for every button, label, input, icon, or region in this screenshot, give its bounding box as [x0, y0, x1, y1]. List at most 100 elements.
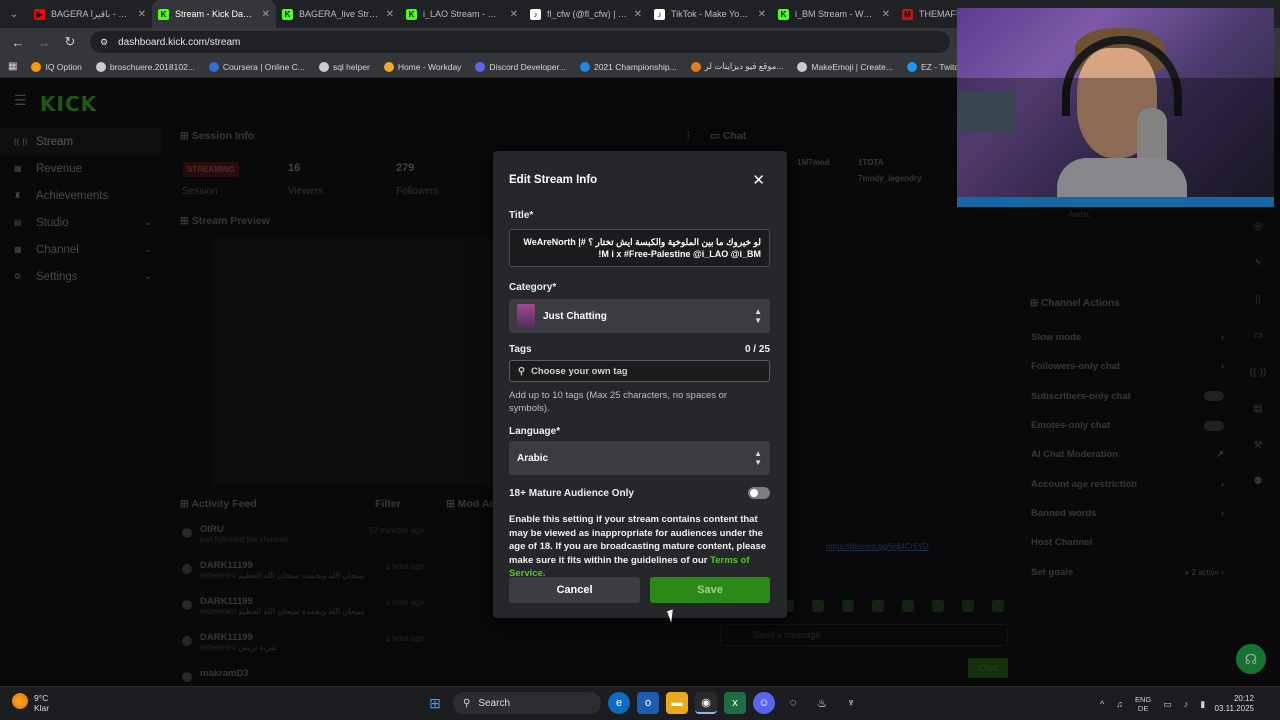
forward-icon[interactable]: →	[32, 30, 56, 54]
back-icon[interactable]: ←	[6, 30, 30, 54]
browser-tab[interactable]: Ki_LAO Stream - Watch ✕	[400, 0, 524, 28]
stream-title-input[interactable]: لو خيروك ما بين الملوخية والكبسة ايش تخت…	[509, 229, 770, 267]
browser-tab[interactable]: K Stream - Kick Dashbo ✕	[152, 0, 276, 28]
taskbar-apps: ⊞ ⚲ Search e o ▬ ◉ x ☺ ◌ ♨ ♆	[424, 692, 862, 714]
weather-condition: Klar	[34, 703, 50, 713]
bookmark-label: broschuere.2018102...	[109, 61, 195, 72]
dialog-title: Edit Stream Info	[509, 174, 598, 186]
close-icon[interactable]: ✕	[262, 9, 270, 20]
excel-icon[interactable]: x	[724, 692, 746, 714]
bookmark-item[interactable]: broschuere.2018102...	[95, 61, 195, 72]
tab-label: i_LAO Stream - Watch	[423, 9, 504, 19]
bookmark-label: موقع فيو ديزاينات لر...	[704, 61, 784, 71]
category-select[interactable]: Just Chatting ▲ ▼	[509, 299, 770, 333]
bookmark-favicon-icon	[31, 61, 42, 72]
tags-label: Tags	[509, 344, 532, 355]
bookmark-favicon-icon	[318, 61, 329, 72]
bookmark-item[interactable]: MakeEmoji | Create...	[797, 61, 893, 72]
tab-favicon-icon: ♪	[530, 8, 541, 20]
browser-tab[interactable]: ♪ TikTok - Make Your D ✕	[648, 0, 772, 28]
bookmark-item[interactable]: sql helper	[318, 61, 370, 72]
temperature: 9°C	[34, 693, 49, 703]
tab-label: fl_cfw (@fl_cfw) | TikT	[547, 9, 628, 19]
bookmark-favicon-icon	[475, 61, 486, 72]
mature-toggle[interactable]	[748, 487, 770, 499]
apps-icon[interactable]: ▦	[8, 61, 17, 72]
bookmarks-list: IQ Option broschuere.2018102... Coursera |…	[31, 61, 990, 72]
taskbar-search[interactable]: ⚲ Search	[453, 692, 601, 714]
chevron-up-icon[interactable]: ^	[1100, 699, 1104, 709]
bookmark-favicon-icon	[579, 61, 590, 72]
bookmark-item[interactable]: IQ Option	[31, 61, 82, 72]
close-icon[interactable]: ✕	[882, 9, 890, 20]
bookmark-label: Discord Developer...	[489, 61, 566, 72]
bookmark-item[interactable]: Home - Workday	[383, 61, 461, 72]
discord-icon[interactable]: ☺	[753, 692, 775, 714]
bookmark-item[interactable]: Discord Developer...	[475, 61, 566, 72]
browser-tab[interactable]: ♪ fl_cfw (@fl_cfw) | TikT ✕	[524, 0, 648, 28]
bookmark-label: MakeEmoji | Create...	[811, 61, 893, 72]
tags-count: 0 / 25	[744, 344, 770, 355]
chrome-icon[interactable]: ◉	[695, 692, 717, 714]
app-icon[interactable]: ♆	[840, 692, 862, 714]
tab-label: Stream - Kick Dashbo	[175, 9, 256, 19]
select-caret-icon: ▲ ▼	[754, 449, 762, 467]
reload-icon[interactable]: ↻	[58, 30, 82, 54]
url-text: dashboard.kick.com/stream	[118, 36, 241, 48]
tab-search-chevron-icon[interactable]: ⌄	[0, 0, 28, 28]
url-field[interactable]: ⚙ dashboard.kick.com/stream	[90, 31, 950, 53]
bookmark-item[interactable]: Coursera | Online C...	[208, 61, 305, 72]
close-icon[interactable]: ✕	[634, 9, 642, 20]
input-language[interactable]: ENG DE	[1135, 695, 1151, 713]
category-thumbnail	[517, 304, 535, 328]
language-value: Arabic	[517, 452, 549, 464]
browser-tab[interactable]: K BAGERA_live Stream ✕	[276, 0, 400, 28]
taskbar-search-label: Search	[478, 697, 511, 709]
weather-widget[interactable]: 9°C Klar	[12, 693, 49, 713]
tab-favicon-icon: K	[282, 8, 293, 20]
language-select[interactable]: Arabic ▲ ▼	[509, 441, 770, 475]
tab-favicon-icon: ♪	[654, 8, 665, 20]
search-icon: ⚲	[463, 697, 471, 709]
tab-favicon-icon: ▶	[34, 8, 45, 20]
save-button[interactable]: Save	[650, 577, 770, 603]
windows-start-icon[interactable]: ⊞	[424, 692, 446, 714]
close-icon[interactable]: ✕	[752, 171, 765, 189]
microphone-icon[interactable]: ♫	[1116, 699, 1123, 709]
close-icon[interactable]: ✕	[386, 9, 394, 20]
category-value: Just Chatting	[543, 310, 607, 322]
network-icon[interactable]: ▭	[1163, 699, 1172, 710]
search-icon: ⚲	[518, 365, 525, 377]
edge-icon[interactable]: e	[608, 692, 630, 714]
obs-icon[interactable]: ◌	[782, 692, 804, 714]
bookmark-favicon-icon	[208, 61, 219, 72]
bookmark-item[interactable]: 2021 Championship...	[579, 61, 677, 72]
bookmark-label: sql helper	[332, 61, 370, 72]
outlook-icon[interactable]: o	[637, 692, 659, 714]
volume-icon[interactable]: ♪	[1184, 699, 1189, 709]
close-icon[interactable]: ✕	[510, 9, 518, 20]
browser-tab[interactable]: ▶ BAGERA باقيرا - YouTu ✕	[28, 0, 152, 28]
tag-input[interactable]: ⚲ Choose your own tag	[509, 360, 770, 382]
tab-label: BAGERA باقيرا - YouTu	[51, 8, 132, 19]
file-explorer-icon[interactable]: ▬	[666, 692, 688, 714]
cancel-button[interactable]: Cancel	[509, 577, 640, 603]
bookmark-favicon-icon	[383, 61, 394, 72]
tab-favicon-icon: M	[902, 8, 913, 20]
site-info-icon[interactable]: ⚙	[100, 37, 108, 48]
bookmark-item[interactable]: موقع فيو ديزاينات لر...	[690, 61, 784, 72]
battery-icon[interactable]: ▮	[1200, 699, 1205, 710]
tab-label: i_BM Stream - Watch	[795, 9, 876, 19]
steam-icon[interactable]: ♨	[811, 692, 833, 714]
bookmark-favicon-icon	[95, 61, 106, 72]
bookmark-label: IQ Option	[45, 61, 82, 72]
taskbar-clock[interactable]: 20:12 03.11.2025	[1206, 694, 1254, 714]
close-icon[interactable]: ✕	[138, 9, 146, 20]
windows-taskbar: 9°C Klar ⊞ ⚲ Search e o ▬ ◉ x ☺ ◌ ♨ ♆ ^ ♫ …	[0, 686, 1280, 720]
bookmark-favicon-icon	[797, 61, 808, 72]
mature-label: 18+ Mature Audience Only	[509, 488, 634, 499]
close-icon[interactable]: ✕	[758, 9, 766, 20]
category-label: Category*	[509, 282, 557, 293]
browser-tab[interactable]: Ki_BM Stream - Watch ✕	[772, 0, 896, 28]
tab-favicon-icon: K	[778, 8, 789, 20]
